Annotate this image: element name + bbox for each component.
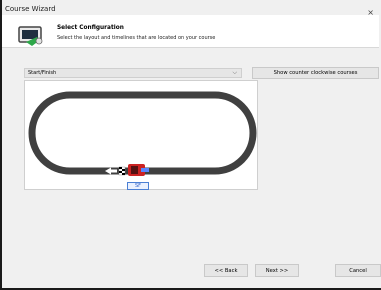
- layout-dropdown[interactable]: Start/Finish ⌵: [24, 68, 242, 78]
- cancel-button[interactable]: Cancel: [335, 264, 381, 277]
- course-preview: [24, 80, 258, 190]
- layout-dropdown-value: Start/Finish: [28, 70, 57, 76]
- next-button[interactable]: Next >>: [255, 264, 299, 277]
- chevron-down-icon: ⌵: [232, 69, 237, 76]
- wizard-header: [2, 15, 379, 48]
- back-button[interactable]: << Back: [204, 264, 248, 277]
- track-diagram: [28, 91, 257, 176]
- finish-line-flag-icon: [118, 166, 126, 176]
- header-title: Select Configuration: [57, 25, 124, 31]
- wizard-icon: [18, 26, 43, 46]
- oval-track: [28, 91, 257, 175]
- show-ccw-courses-button[interactable]: Show counter clockwise courses: [252, 67, 379, 79]
- header-subtitle: Select the layout and timelines that are…: [57, 35, 216, 41]
- window-title: Course Wizard: [5, 5, 56, 13]
- timeline-sf-label[interactable]: SF: [127, 182, 149, 190]
